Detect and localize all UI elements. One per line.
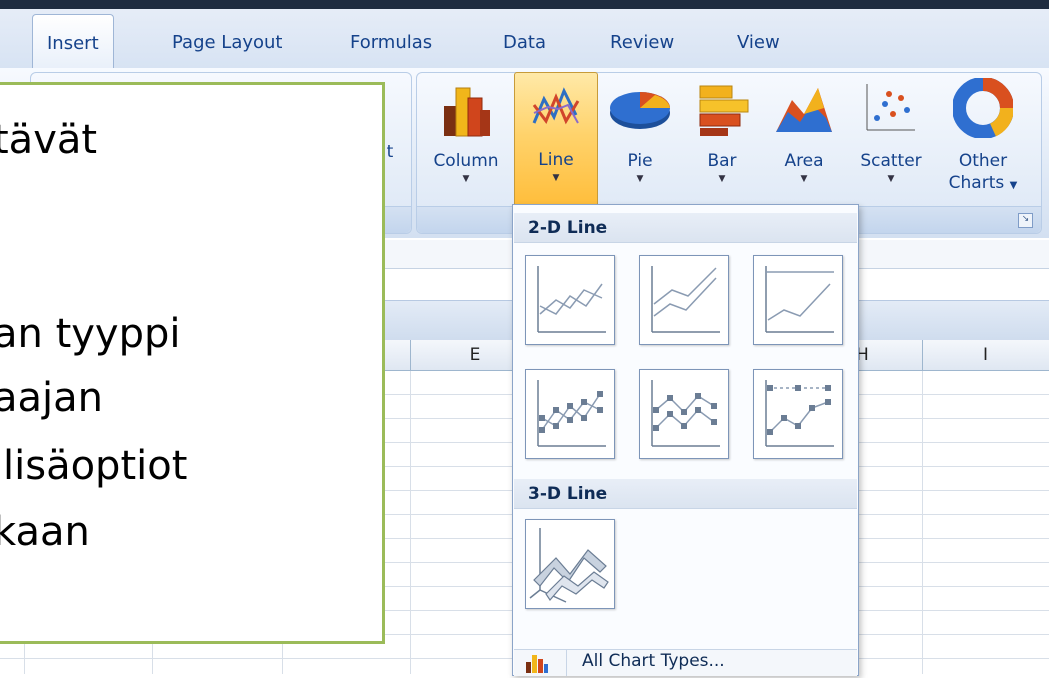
all-chart-types-label: All Chart Types... <box>582 651 725 671</box>
line-chart-label: Line <box>538 150 574 170</box>
area-chart-icon <box>766 74 842 142</box>
chevron-down-icon: ▼ <box>462 174 470 184</box>
percent-stacked-line-chart-thumbnail[interactable] <box>753 255 843 345</box>
chevron-down-icon: ▼ <box>636 174 644 184</box>
tab-page-layout[interactable]: Page Layout <box>172 32 283 53</box>
chevron-down-icon: ▼ <box>552 173 560 183</box>
line-chart-thumbnail[interactable] <box>525 255 615 345</box>
stacked-line-with-markers-thumbnail[interactable] <box>639 369 729 459</box>
scatter-chart-label: Scatter <box>860 151 922 171</box>
3d-line-chart-thumbnail[interactable] <box>525 519 615 609</box>
pie-chart-icon <box>602 74 678 142</box>
line-chart-gallery: 2-D Line 3-D Line All Chart Types... <box>512 204 859 676</box>
all-chart-types-icon <box>524 652 550 678</box>
grid-line <box>922 371 923 674</box>
gallery-section-3d-line: 3-D Line <box>514 479 857 509</box>
column-chart-icon <box>424 74 508 142</box>
slide-text-line: lisäoptiot <box>3 443 188 489</box>
window-top-edge <box>0 0 1049 9</box>
slide-text-line: tävät <box>0 117 98 163</box>
other-charts-button[interactable]: Other Charts ▼ <box>938 74 1028 204</box>
tab-view[interactable]: View <box>737 32 780 53</box>
line-chart-icon <box>515 73 597 141</box>
stacked-line-chart-thumbnail[interactable] <box>639 255 729 345</box>
dialog-launcher-icon[interactable]: ↘ <box>1018 213 1033 228</box>
bar-chart-button[interactable]: Bar ▼ <box>684 74 760 204</box>
bar-chart-icon <box>684 74 760 142</box>
other-charts-icon <box>938 74 1028 142</box>
scatter-chart-icon <box>848 74 934 142</box>
gallery-section-2d-line: 2-D Line <box>514 213 857 243</box>
all-chart-types-button[interactable]: All Chart Types... <box>514 649 857 676</box>
slide-text-line: aajan <box>0 375 103 421</box>
slide-text-line: kaan <box>0 509 90 555</box>
tab-insert[interactable]: Insert <box>32 14 114 68</box>
slide-text-box: tävät an tyyppi aajan lisäoptiot kaan <box>0 82 385 644</box>
tab-data[interactable]: Data <box>503 32 546 53</box>
column-chart-label: Column <box>433 151 499 171</box>
tab-review[interactable]: Review <box>610 32 674 53</box>
chevron-down-icon: ▼ <box>887 174 895 184</box>
pie-chart-label: Pie <box>627 151 653 171</box>
line-chart-button[interactable]: Line ▼ <box>514 72 598 208</box>
column-chart-button[interactable]: Column ▼ <box>424 74 508 204</box>
line-with-markers-thumbnail[interactable] <box>525 369 615 459</box>
chevron-down-icon: ▼ <box>718 174 726 184</box>
scatter-chart-button[interactable]: Scatter ▼ <box>848 74 934 204</box>
column-header-h[interactable]: H <box>856 340 923 370</box>
bar-chart-label: Bar <box>707 151 737 171</box>
chevron-down-icon: ▼ <box>800 174 808 184</box>
tab-formulas[interactable]: Formulas <box>350 32 432 53</box>
area-chart-button[interactable]: Area ▼ <box>766 74 842 204</box>
grid-line <box>410 371 411 674</box>
percent-stacked-line-with-markers-thumbnail[interactable] <box>753 369 843 459</box>
other-charts-label: Other Charts ▼ <box>948 151 1018 193</box>
slide-text-line: an tyyppi <box>0 311 181 357</box>
pie-chart-button[interactable]: Pie ▼ <box>602 74 678 204</box>
ribbon-tab-bar: Insert Page Layout Formulas Data Review … <box>0 0 1049 69</box>
area-chart-label: Area <box>784 151 824 171</box>
column-header-i[interactable]: I <box>922 340 1049 370</box>
divider <box>566 650 567 676</box>
